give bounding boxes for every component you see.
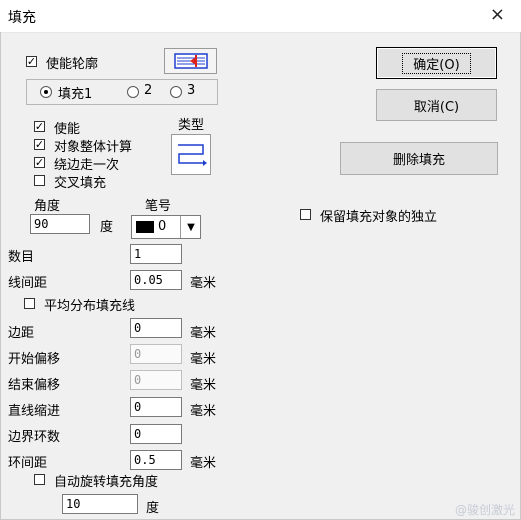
cancel-button[interactable]: 取消(C): [376, 89, 497, 121]
margin-input[interactable]: 0: [130, 318, 182, 338]
angle-input[interactable]: 90: [30, 214, 90, 234]
pen-label: 笔号: [145, 199, 172, 214]
start-offset-label: 开始偏移: [8, 352, 61, 367]
fill-type-icon: [178, 143, 207, 166]
count-input[interactable]: 1: [130, 244, 182, 264]
fill2-label: 2: [144, 83, 153, 98]
walk-edge-checkbox[interactable]: ✓: [34, 157, 45, 168]
avg-distribute-checkbox[interactable]: [24, 298, 35, 309]
auto-rotate-angle-input[interactable]: 10: [62, 494, 138, 514]
auto-rotate-checkbox[interactable]: [34, 474, 45, 485]
walk-edge-label: 绕边走一次: [54, 158, 120, 173]
enable-checkbox[interactable]: ✓: [34, 121, 45, 132]
enable-label: 使能: [54, 122, 81, 137]
border-loops-input[interactable]: 0: [130, 424, 182, 444]
loop-spacing-unit: 毫米: [190, 456, 217, 471]
line-indent-label: 直线缩进: [8, 404, 61, 419]
window-title: 填充: [8, 10, 36, 26]
fill1-label: 填充1: [58, 87, 93, 102]
contour-label: 使能轮廓: [46, 57, 99, 72]
start-offset-unit: 毫米: [190, 352, 217, 367]
fill3-label: 3: [187, 83, 196, 98]
angle-unit: 度: [100, 220, 114, 235]
line-indent-unit: 毫米: [190, 404, 217, 419]
angle-label: 角度: [34, 199, 61, 214]
contour-style-icon: [173, 53, 208, 69]
margin-unit: 毫米: [190, 326, 217, 341]
cross-fill-checkbox[interactable]: [34, 175, 45, 186]
cross-fill-label: 交叉填充: [54, 176, 107, 191]
ok-button[interactable]: 确定(O): [376, 47, 497, 79]
end-offset-input[interactable]: 0: [130, 370, 182, 390]
fill-type-button[interactable]: [171, 134, 211, 175]
fill2-radio[interactable]: [127, 86, 139, 98]
auto-rotate-unit: 度: [146, 501, 160, 516]
fill1-radio[interactable]: [40, 86, 52, 98]
start-offset-input[interactable]: 0: [130, 344, 182, 364]
keep-independent-checkbox[interactable]: [300, 209, 311, 220]
watermark: @骏创激光: [454, 503, 515, 517]
line-indent-input[interactable]: 0: [130, 397, 182, 417]
end-offset-unit: 毫米: [190, 378, 217, 393]
close-icon[interactable]: ×: [490, 3, 505, 27]
count-label: 数目: [8, 250, 35, 265]
contour-style-button[interactable]: [164, 48, 217, 74]
line-spacing-unit: 毫米: [190, 276, 217, 291]
auto-rotate-label: 自动旋转填充角度: [54, 475, 159, 490]
margin-label: 边距: [8, 326, 35, 341]
keep-independent-label: 保留填充对象的独立: [320, 210, 438, 225]
title-bar: [0, 0, 521, 33]
delete-fill-button[interactable]: 删除填充: [340, 142, 498, 175]
loop-spacing-label: 环间距: [8, 456, 48, 471]
chevron-down-icon[interactable]: ▼: [180, 216, 201, 238]
fill3-radio[interactable]: [170, 86, 182, 98]
line-spacing-input[interactable]: 0.05: [130, 270, 182, 290]
border-loops-label: 边界环数: [8, 430, 61, 445]
avg-distribute-label: 平均分布填充线: [44, 299, 136, 314]
end-offset-label: 结束偏移: [8, 378, 61, 393]
pen-value: 0: [158, 219, 167, 234]
line-spacing-label: 线间距: [8, 276, 48, 291]
whole-object-checkbox[interactable]: ✓: [34, 139, 45, 150]
pen-color-swatch: [136, 221, 154, 233]
contour-checkbox[interactable]: ✓: [26, 56, 37, 67]
whole-object-label: 对象整体计算: [54, 140, 133, 155]
loop-spacing-input[interactable]: 0.5: [130, 450, 182, 470]
pen-select[interactable]: 0 ▼: [131, 215, 201, 239]
type-label: 类型: [178, 118, 205, 133]
